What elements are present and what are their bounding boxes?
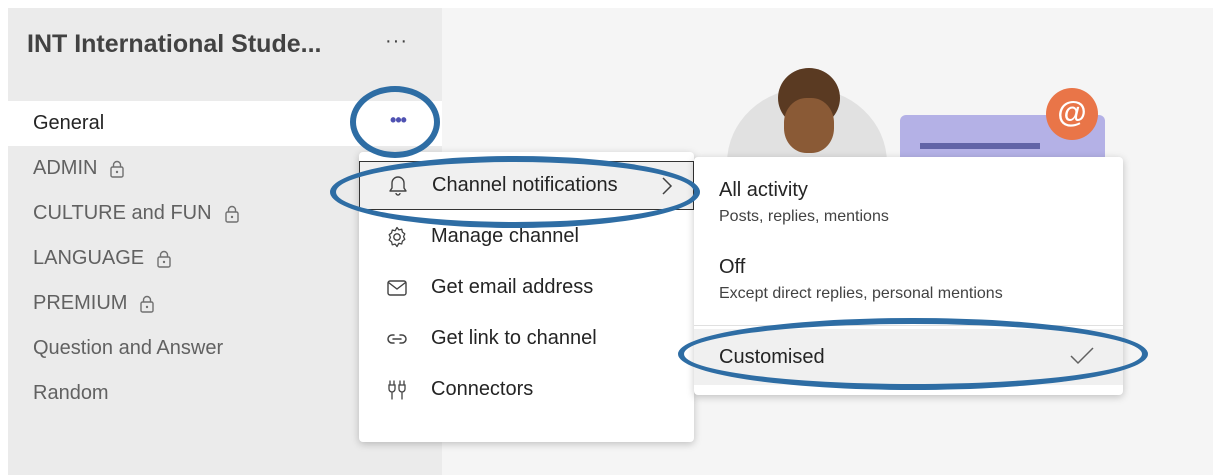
menu-item-label: Get link to channel xyxy=(431,327,597,349)
channel-label: General xyxy=(33,112,105,134)
option-title: Off xyxy=(719,256,746,278)
option-title: Customised xyxy=(719,345,825,368)
channel-label: Random xyxy=(33,382,109,404)
option-title: All activity xyxy=(719,179,808,201)
menu-item-label: Manage channel xyxy=(431,225,579,247)
option-customised[interactable]: Customised xyxy=(694,329,1123,385)
option-description: Posts, replies, mentions xyxy=(719,208,889,225)
channel-label: LANGUAGE xyxy=(33,247,145,269)
menu-item-manage-channel[interactable]: Manage channel xyxy=(359,211,694,262)
channel-label: PREMIUM xyxy=(33,292,128,314)
lock-icon xyxy=(139,295,155,313)
channel-label: Question and Answer xyxy=(33,337,224,359)
option-off[interactable]: Off Except direct replies, personal ment… xyxy=(694,256,1123,303)
menu-item-label: Channel notifications xyxy=(432,174,618,196)
menu-item-get-link-to-channel[interactable]: Get link to channel xyxy=(359,313,694,364)
connectors-icon xyxy=(383,378,411,402)
gear-icon xyxy=(383,225,411,249)
option-description: Except direct replies, personal mentions xyxy=(719,285,1003,302)
menu-item-get-email-address[interactable]: Get email address xyxy=(359,262,694,313)
notifications-submenu: All activity Posts, replies, mentions Of… xyxy=(694,157,1123,395)
menu-item-label: Connectors xyxy=(431,378,534,400)
checkmark-icon xyxy=(1069,345,1095,372)
channel-more-options-button[interactable]: ••• xyxy=(383,107,413,137)
channel-context-menu: Channel notifications Manage channel Get… xyxy=(359,152,694,442)
option-all-activity[interactable]: All activity Posts, replies, mentions xyxy=(694,179,1123,226)
at-mention-icon: @ xyxy=(1046,88,1098,140)
menu-item-channel-notifications[interactable]: Channel notifications xyxy=(359,161,694,210)
lock-icon xyxy=(224,205,240,223)
bell-icon xyxy=(384,174,412,198)
channel-item-general[interactable]: General ••• xyxy=(8,101,442,146)
team-name[interactable]: INT International Stude... xyxy=(27,30,321,59)
channel-label: ADMIN xyxy=(33,157,98,179)
lock-icon xyxy=(156,250,172,268)
link-icon xyxy=(383,327,411,351)
illustration-person-face xyxy=(784,98,834,153)
chevron-right-icon xyxy=(661,175,673,203)
lock-icon xyxy=(109,160,125,178)
menu-item-label: Get email address xyxy=(431,276,594,298)
channel-label: CULTURE and FUN xyxy=(33,202,212,224)
menu-item-connectors[interactable]: Connectors xyxy=(359,364,694,415)
team-more-options-button[interactable]: ··· xyxy=(385,30,408,53)
team-header: INT International Stude... ··· xyxy=(8,8,442,88)
envelope-icon xyxy=(383,276,411,300)
submenu-divider xyxy=(694,325,1123,326)
